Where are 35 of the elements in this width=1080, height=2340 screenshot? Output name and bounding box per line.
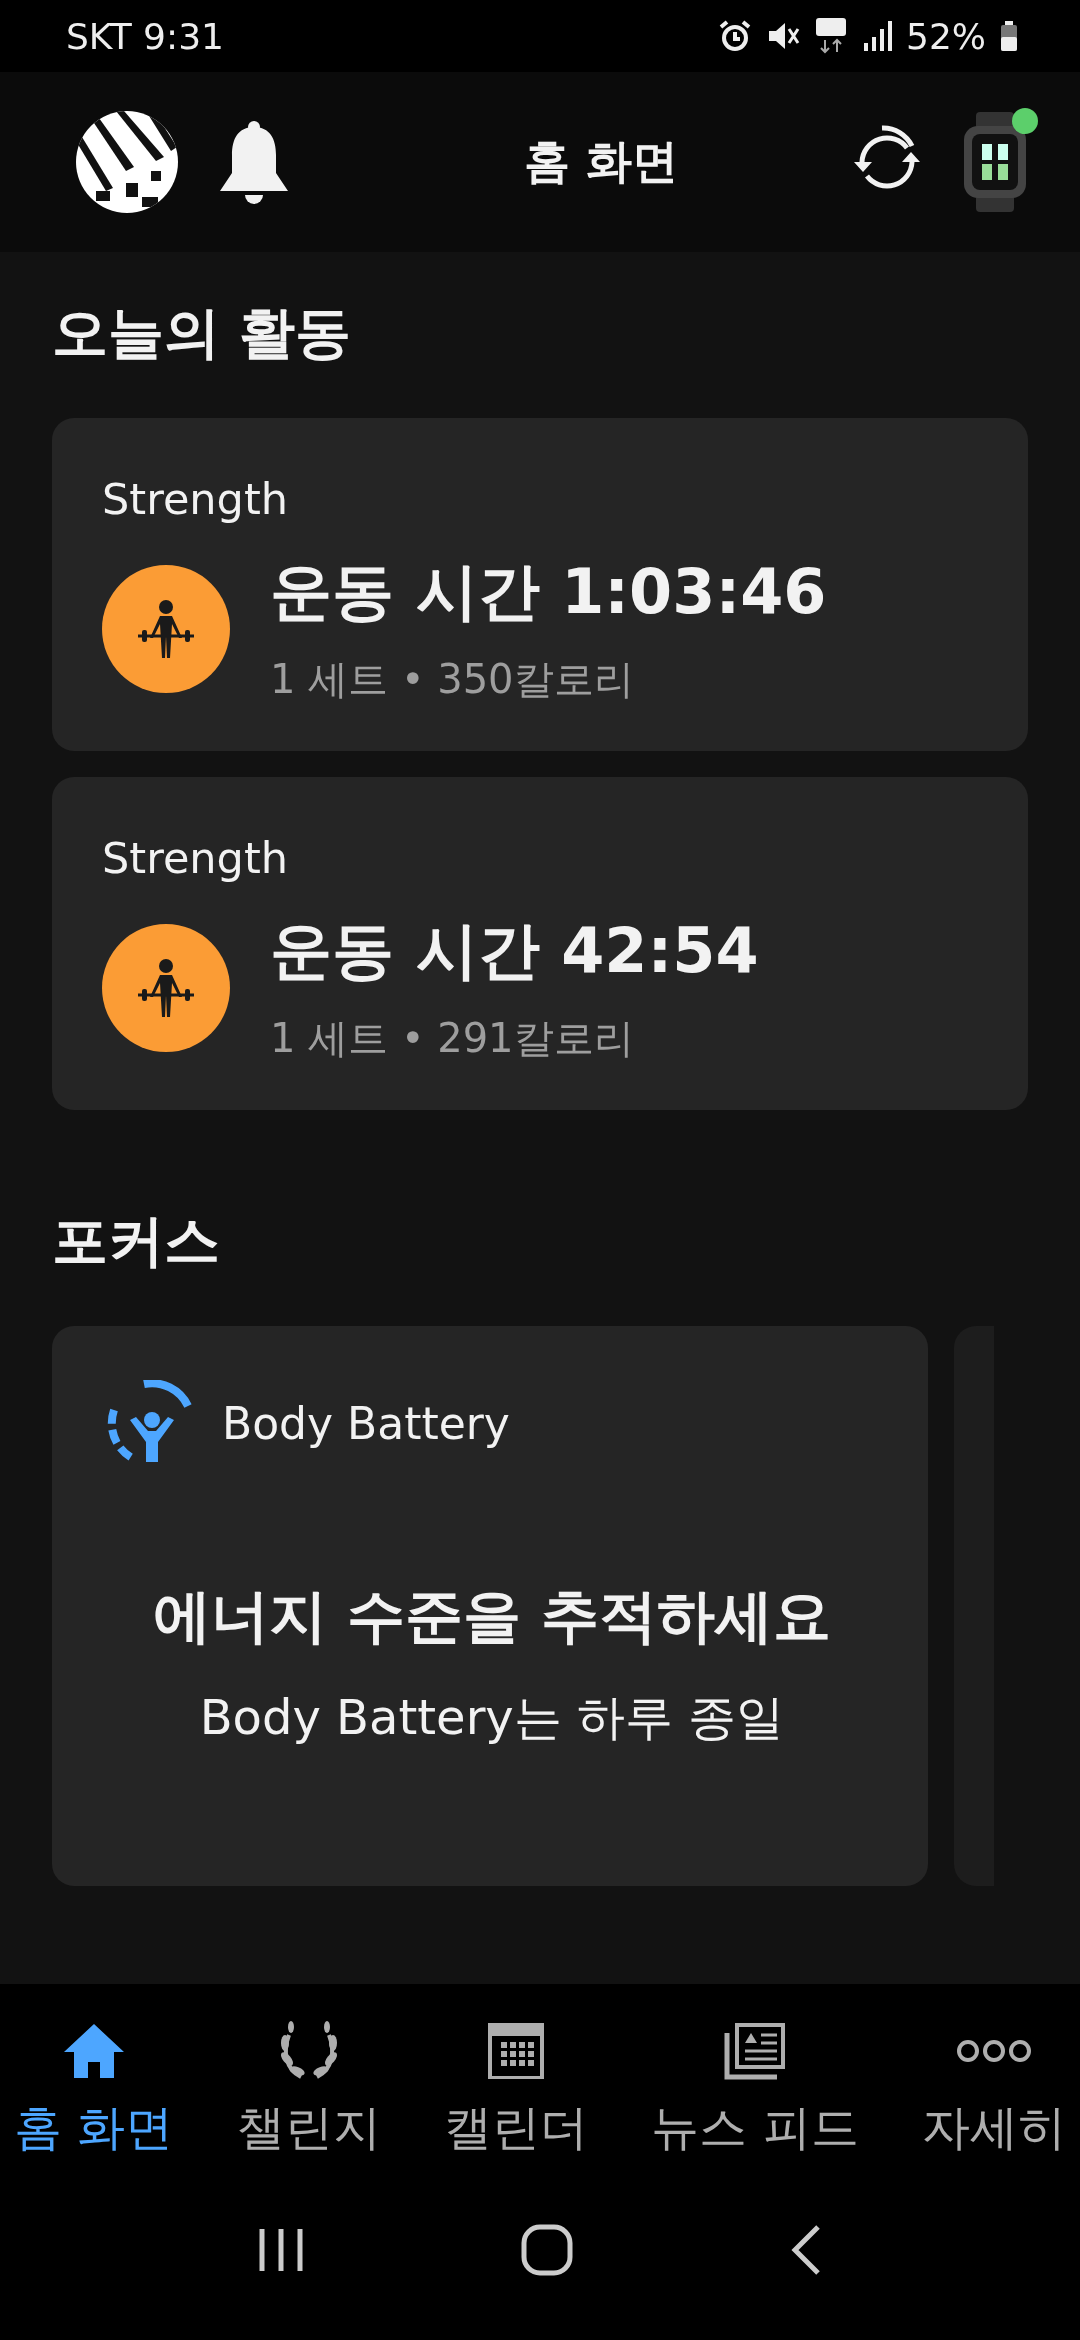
card-description: Body Battery는 하루 종일 <box>198 1688 786 1747</box>
activity-type: Strength <box>102 833 289 883</box>
nav-tab[interactable]: 자세히 <box>921 1984 1066 2160</box>
nav-tab[interactable]: 뉴스 피드 <box>651 1984 859 2160</box>
recent-apps-icon[interactable] <box>258 2227 305 2273</box>
section-title: 포커스 <box>51 1207 221 1275</box>
activity-duration: 운동 시간 42:54 <box>270 913 759 989</box>
battery-percent: 52% <box>906 15 986 57</box>
activity-details: 1 세트 • 291칼로리 <box>270 1014 635 1063</box>
watch-icon[interactable] <box>962 112 1028 212</box>
screen-title: 홈 화면 <box>523 133 679 190</box>
home-button-icon[interactable] <box>521 2224 573 2276</box>
activity-card[interactable]: Strength 운동 시간 1:03:46 1 세트 • 350칼로리 <box>52 418 1028 751</box>
back-icon[interactable] <box>789 2224 822 2276</box>
activity-duration: 운동 시간 1:03:46 <box>270 554 827 630</box>
notification-bell-icon[interactable] <box>218 119 290 205</box>
nav-tab[interactable]: 홈 화면 <box>14 1984 174 2160</box>
newspaper-icon <box>722 2021 787 2081</box>
activity-card[interactable]: Strength 운동 시간 42:54 1 세트 • 291칼로리 <box>52 777 1028 1110</box>
activity-type: Strength <box>102 474 289 524</box>
laurel-icon <box>278 2021 339 2081</box>
nav-tab[interactable]: 캘린더 <box>444 1984 588 2160</box>
signal-icon <box>862 21 892 51</box>
focus-card[interactable]: Body Battery 에너지 수준을 추적하세요 Body Battery는 하루 종일 <box>52 1326 928 1886</box>
alarm-icon <box>718 19 752 53</box>
calendar-icon <box>487 2022 545 2080</box>
more-icon <box>955 2039 1032 2063</box>
battery-icon <box>1000 21 1018 51</box>
network-icon <box>814 18 848 54</box>
card-heading: 에너지 수준을 추적하세요 <box>151 1581 833 1652</box>
nav-tab[interactable]: 챌린지 <box>236 1984 381 2160</box>
card-label: Body Battery <box>222 1397 510 1449</box>
carrier-time: SKT 9:31 <box>66 15 224 57</box>
activity-details: 1 세트 • 350칼로리 <box>270 655 635 704</box>
section-title: 오늘의 활동 <box>51 299 353 367</box>
